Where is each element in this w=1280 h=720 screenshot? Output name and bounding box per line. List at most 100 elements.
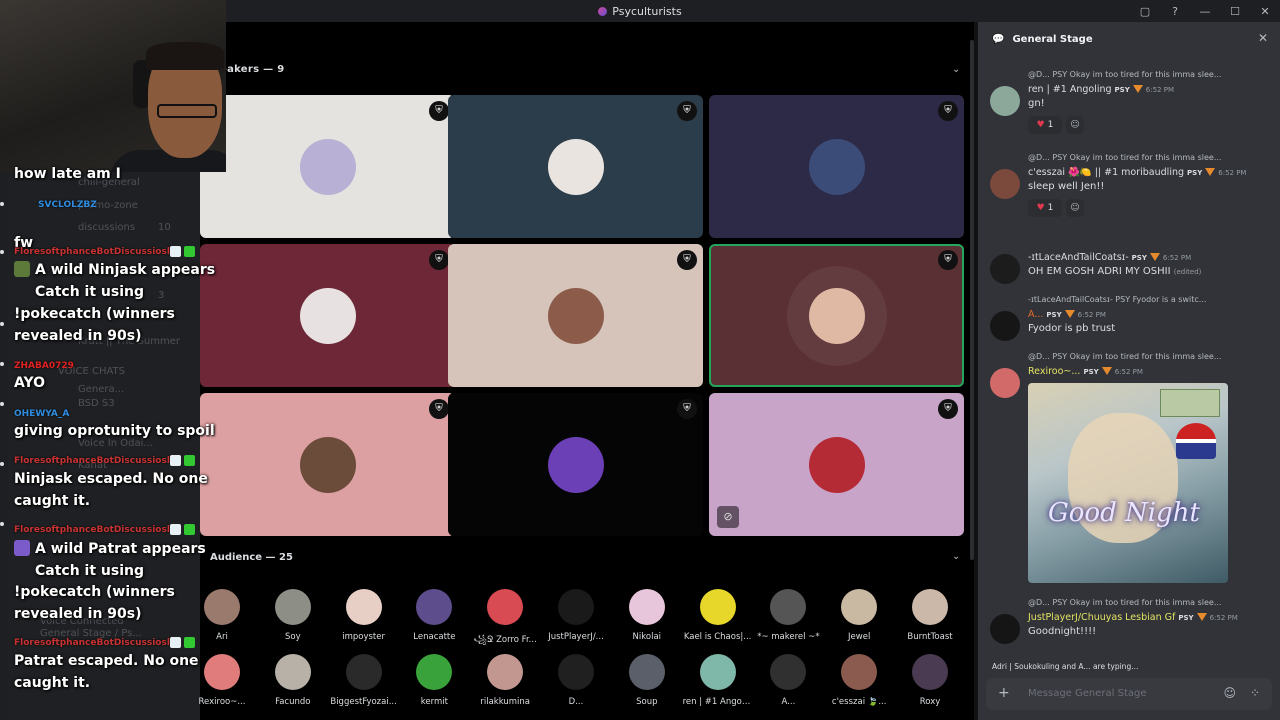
audience-avatar[interactable] <box>912 654 948 690</box>
reply-preview[interactable]: @D... PSY Okay im too tired for this imm… <box>1028 598 1258 607</box>
message-avatar[interactable] <box>990 368 1020 398</box>
audience-member[interactable]: kermit <box>399 654 469 707</box>
close-icon[interactable]: ✕ <box>1258 31 1268 45</box>
audience-member[interactable]: Facundo <box>258 654 328 707</box>
message-author[interactable]: A... PSY 6:52 PM <box>1028 309 1106 320</box>
server-indicator[interactable] <box>0 202 4 206</box>
audience-avatar[interactable] <box>204 654 240 690</box>
author-name[interactable]: -ɪtLaceAndTailCoatsɪ- <box>1028 252 1129 263</box>
add-reaction-icon[interactable]: ☺ <box>1066 199 1084 217</box>
server-indicator[interactable] <box>0 322 4 326</box>
voice-channel-item[interactable]: Genera... <box>78 384 124 395</box>
audience-member[interactable]: rilakkumina <box>470 654 540 707</box>
author-name[interactable]: JustPlayerJ/Chuuyas Lesbian Gf <box>1028 612 1175 623</box>
audience-avatar[interactable] <box>487 654 524 690</box>
audience-member[interactable]: Roxy <box>895 654 965 707</box>
speaker-avatar[interactable] <box>547 287 604 344</box>
audience-avatar[interactable] <box>416 654 453 690</box>
audience-member[interactable]: Nikolai <box>612 589 682 642</box>
speaker-tile[interactable]: ⛨ <box>200 244 455 387</box>
server-indicator[interactable] <box>0 250 4 254</box>
audience-avatar[interactable] <box>699 654 736 690</box>
audience-member[interactable]: A... <box>753 654 823 707</box>
audience-member[interactable]: D... <box>541 654 611 707</box>
audience-member[interactable]: ren | #1 Angoli... <box>683 654 753 707</box>
audience-avatar[interactable] <box>345 654 382 690</box>
speaker-tile[interactable]: ⛨ <box>200 95 455 238</box>
message-author[interactable]: Rexiroo~... PSY 6:52 PM <box>1028 366 1143 377</box>
help-icon[interactable]: ? <box>1160 5 1190 18</box>
audience-avatar[interactable] <box>558 589 594 625</box>
audience-header[interactable]: Audience — 25 <box>210 552 293 563</box>
server-indicator[interactable] <box>0 522 4 526</box>
close-window-button[interactable]: ✕ <box>1250 5 1280 18</box>
stage-scrollbar[interactable] <box>970 40 974 560</box>
apps-icon[interactable]: ⁘ <box>1250 686 1260 700</box>
emoji-icon[interactable]: ☺ <box>1223 686 1236 700</box>
speaker-avatar[interactable] <box>299 287 356 344</box>
audience-avatar[interactable] <box>487 589 524 625</box>
audience-avatar[interactable] <box>628 654 665 690</box>
audience-avatar[interactable] <box>416 589 453 625</box>
speaker-tile[interactable]: ⛨ <box>448 95 703 238</box>
channel-item[interactable]: discussions <box>78 222 135 233</box>
chevron-down-icon[interactable]: ⌄ <box>952 64 960 75</box>
audience-member[interactable]: Soy <box>258 589 328 642</box>
audience-member[interactable]: Ari <box>187 589 257 642</box>
add-reaction-icon[interactable]: ☺ <box>1066 116 1084 134</box>
speaker-avatar[interactable] <box>808 436 865 493</box>
speaker-avatar[interactable] <box>299 436 356 493</box>
plus-icon[interactable]: + <box>998 685 1010 701</box>
audience-member[interactable]: Kael is Chaos|... <box>683 589 753 642</box>
audience-avatar[interactable] <box>274 654 311 690</box>
message-author[interactable]: ren | #1 Angoling PSY 6:52 PM <box>1028 84 1174 95</box>
audience-avatar[interactable] <box>841 654 878 690</box>
author-name[interactable]: A... <box>1028 309 1043 320</box>
message-avatar[interactable] <box>990 169 1020 199</box>
author-name[interactable]: Rexiroo~... <box>1028 366 1080 377</box>
speaker-tile[interactable]: ⛨ <box>709 244 964 387</box>
speakers-header[interactable]: eakers — 9 <box>220 64 285 75</box>
audience-member[interactable]: c'esszai 🍃... <box>824 654 894 707</box>
audience-member[interactable]: *~ makerel ~* <box>753 589 823 642</box>
audience-avatar[interactable] <box>770 589 807 625</box>
audience-avatar[interactable] <box>558 654 594 690</box>
message-author[interactable]: c'esszai 🌺🍋 || #1 moribaudling PSY 6:52 PM <box>1028 167 1246 178</box>
audience-member[interactable]: BurntToast <box>895 589 965 642</box>
author-name[interactable]: c'esszai 🌺🍋 || #1 moribaudling <box>1028 167 1184 178</box>
speaker-tile[interactable]: ⛨ <box>200 393 455 536</box>
chevron-down-icon[interactable]: ⌄ <box>952 551 960 562</box>
speaker-avatar[interactable] <box>547 138 604 195</box>
speaker-avatar[interactable] <box>547 436 604 493</box>
author-name[interactable]: ren | #1 Angoling <box>1028 84 1112 95</box>
speaker-tile[interactable]: ⛨ <box>709 95 964 238</box>
minimize-button[interactable]: — <box>1190 5 1220 18</box>
heart-reaction[interactable]: ♥ 1 <box>1028 116 1062 134</box>
audience-member[interactable]: ꧁Ջ Zorro Fr... <box>470 589 540 650</box>
server-indicator[interactable] <box>0 362 4 366</box>
reply-preview[interactable]: @D... PSY Okay im too tired for this imm… <box>1028 352 1258 361</box>
audience-member[interactable]: impoyster <box>329 589 399 642</box>
audience-avatar[interactable] <box>204 589 240 625</box>
heart-reaction[interactable]: ♥ 1 <box>1028 199 1062 217</box>
voice-channel-item[interactable]: BSD S3 <box>78 398 115 409</box>
speaker-avatar[interactable] <box>808 138 865 195</box>
message-avatar[interactable] <box>990 614 1020 644</box>
reply-preview[interactable]: -ɪtLaceAndTailCoatsɪ- PSY Fyodor is a sw… <box>1028 295 1258 304</box>
server-indicator[interactable] <box>0 462 4 466</box>
audience-member[interactable]: BiggestFyozai... <box>329 654 399 707</box>
audience-avatar[interactable] <box>770 654 807 690</box>
message-author[interactable]: JustPlayerJ/Chuuyas Lesbian Gf PSY 6:52 PM <box>1028 612 1238 623</box>
audience-avatar[interactable] <box>274 589 311 625</box>
inbox-icon[interactable]: ▢ <box>1130 5 1160 18</box>
speaker-tile[interactable]: ⛨ <box>448 244 703 387</box>
audience-member[interactable]: JustPlayerJ/... <box>541 589 611 642</box>
speaker-avatar[interactable] <box>808 287 865 344</box>
speaker-tile[interactable]: ⛨ ⊘ <box>709 393 964 536</box>
message-input[interactable]: Message General Stage <box>1028 688 1147 699</box>
message-avatar[interactable] <box>990 86 1020 116</box>
speaker-avatar[interactable] <box>299 138 356 195</box>
reply-preview[interactable]: @D... PSY Okay im too tired for this imm… <box>1028 153 1258 162</box>
audience-avatar[interactable] <box>912 589 948 625</box>
good-night-gif[interactable]: Good Night <box>1028 383 1228 583</box>
